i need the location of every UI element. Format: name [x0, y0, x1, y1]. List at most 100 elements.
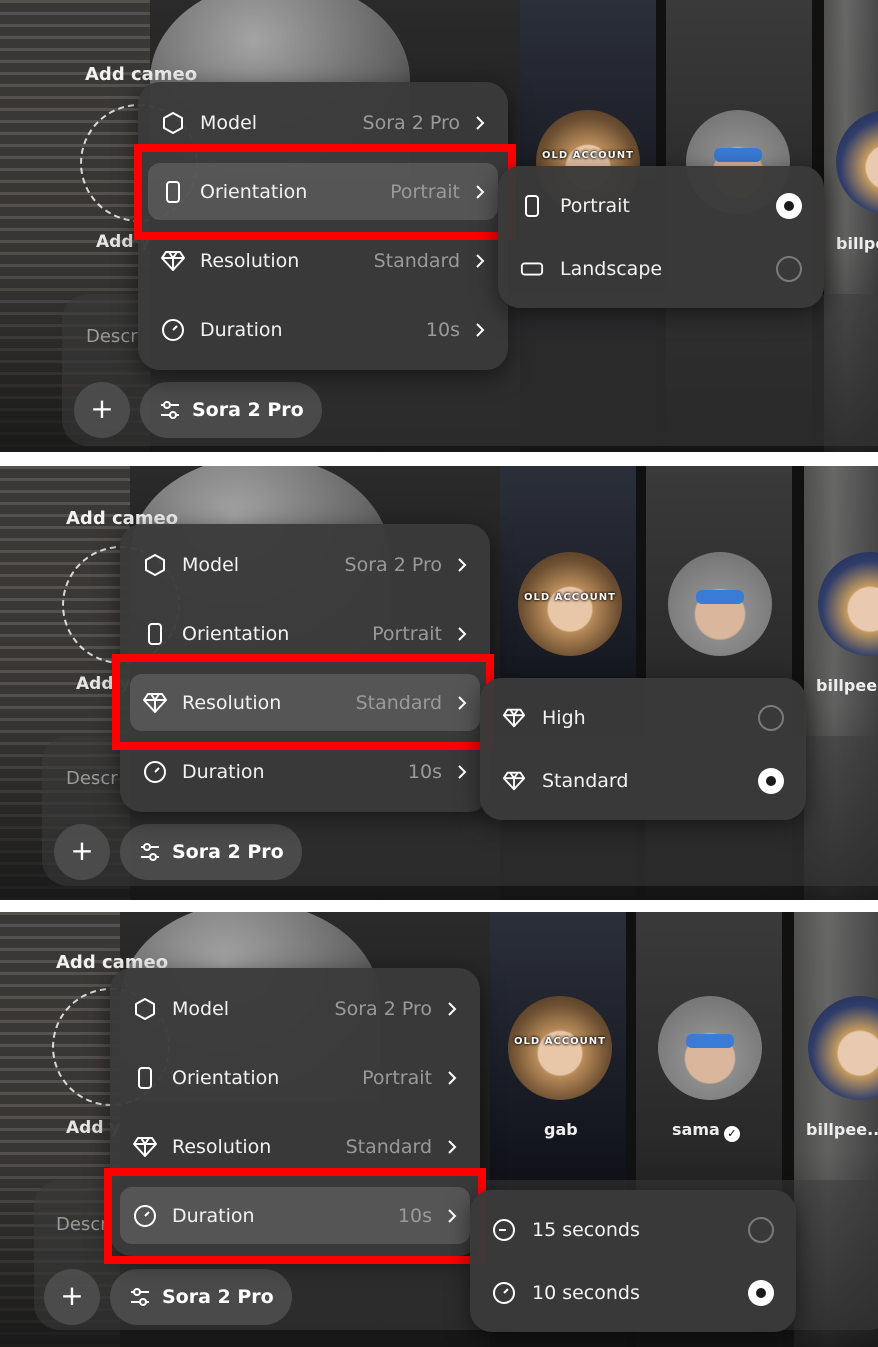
- model-button-label: Sora 2 Pro: [162, 1286, 274, 1308]
- menu-item-value: Standard: [345, 1135, 432, 1158]
- menu-item-value: 10s: [425, 318, 460, 341]
- model-button-label: Sora 2 Pro: [172, 841, 284, 863]
- option-label: 15 seconds: [532, 1218, 640, 1241]
- cameo-avatar-gab[interactable]: OLD ACCOUNT: [518, 552, 622, 656]
- orientation-submenu: Portrait Landscape: [498, 166, 824, 308]
- resolution-submenu: High Standard: [480, 678, 806, 820]
- add-attachment-button[interactable]: +: [44, 1269, 100, 1325]
- menu-item-value: Portrait: [372, 622, 442, 645]
- option-label: High: [542, 706, 586, 729]
- verified-badge-icon: ✓: [723, 1126, 740, 1142]
- menu-item-label: Model: [200, 111, 258, 134]
- menu-item-model[interactable]: Model Sora 2 Pro: [130, 530, 480, 599]
- menu-item-value: Standard: [373, 249, 460, 272]
- menu-item-duration[interactable]: Duration 10s: [148, 295, 498, 364]
- clock-icon: [160, 317, 186, 343]
- option-label: Standard: [542, 769, 629, 792]
- menu-item-value: 10s: [407, 760, 442, 783]
- menu-item-value: Portrait: [362, 1066, 432, 1089]
- option-15-seconds[interactable]: 15 seconds: [492, 1198, 774, 1261]
- radio-unselected[interactable]: [776, 255, 802, 282]
- option-portrait[interactable]: Portrait: [520, 174, 802, 237]
- chevron-right-icon: [446, 1001, 458, 1017]
- radio-unselected[interactable]: [748, 1216, 774, 1243]
- diamond-icon: [160, 248, 186, 274]
- chevron-right-icon: [474, 115, 486, 131]
- menu-item-label: Orientation: [182, 622, 290, 645]
- menu-item-label: Duration: [182, 760, 265, 783]
- option-standard[interactable]: Standard: [502, 749, 784, 812]
- option-label: 10 seconds: [532, 1281, 640, 1304]
- option-high[interactable]: High: [502, 686, 784, 749]
- chevron-right-icon: [474, 253, 486, 269]
- radio-selected[interactable]: [776, 192, 802, 219]
- menu-item-value: Sora 2 Pro: [334, 997, 432, 1020]
- old-account-stamp: OLD ACCOUNT: [524, 592, 616, 603]
- cameo-name-sama: sama ✓: [672, 1120, 740, 1142]
- sunglasses: [686, 1034, 734, 1048]
- screenshot-resolution-menu: Add cameo Add y OLD ACCOUNT billpee... D…: [0, 466, 878, 900]
- option-label: Portrait: [560, 194, 630, 217]
- radio-unselected[interactable]: [758, 704, 784, 731]
- model-settings-button[interactable]: Sora 2 Pro: [140, 382, 322, 438]
- chevron-right-icon: [456, 764, 468, 780]
- describe-input[interactable]: Descr: [66, 768, 118, 789]
- chevron-right-icon: [456, 557, 468, 573]
- option-label: Landscape: [560, 257, 663, 280]
- phone-portrait-icon: [142, 621, 168, 647]
- describe-input[interactable]: Descr: [56, 1214, 108, 1235]
- old-account-stamp: OLD ACCOUNT: [514, 1036, 606, 1047]
- option-10-seconds[interactable]: 10 seconds: [492, 1261, 774, 1324]
- sunglasses: [696, 590, 744, 604]
- highlight-box: [104, 1168, 486, 1264]
- old-account-stamp: OLD ACCOUNT: [542, 150, 634, 161]
- diamond-icon: [502, 769, 526, 793]
- diamond-icon: [132, 1134, 158, 1160]
- model-settings-button[interactable]: Sora 2 Pro: [120, 824, 302, 880]
- radio-selected[interactable]: [758, 767, 784, 794]
- sliders-icon: [160, 401, 180, 419]
- menu-item-label: Model: [172, 997, 230, 1020]
- model-button-label: Sora 2 Pro: [192, 399, 304, 421]
- clock-icon: [492, 1281, 516, 1305]
- hexagon-icon: [160, 110, 186, 136]
- menu-item-label: Resolution: [200, 249, 300, 272]
- menu-item-label: Resolution: [172, 1135, 272, 1158]
- menu-item-value: Sora 2 Pro: [344, 553, 442, 576]
- phone-portrait-icon: [520, 194, 544, 218]
- cameo-avatar-sama[interactable]: [668, 552, 772, 656]
- sunglasses: [714, 148, 762, 162]
- hexagon-icon: [132, 996, 158, 1022]
- cameo-name-billpee: billpee...: [806, 1120, 878, 1139]
- menu-item-label: Duration: [200, 318, 283, 341]
- clock-icon: [142, 759, 168, 785]
- screenshot-duration-menu: Add cameo Add y OLD ACCOUNT gab sama ✓ bi…: [0, 912, 878, 1347]
- cameo-avatar-gab[interactable]: OLD ACCOUNT: [508, 996, 612, 1100]
- chevron-right-icon: [446, 1070, 458, 1086]
- add-attachment-button[interactable]: +: [74, 382, 130, 438]
- clock-icon: [492, 1218, 516, 1242]
- duration-submenu: 15 seconds 10 seconds: [470, 1190, 796, 1332]
- menu-item-orientation[interactable]: Orientation Portrait: [120, 1043, 470, 1112]
- diamond-icon: [502, 706, 526, 730]
- screenshot-orientation-menu: Add cameo Add y OLD ACCOUNT billpee... D…: [0, 0, 878, 452]
- hexagon-icon: [142, 552, 168, 578]
- highlight-box: [112, 654, 494, 750]
- option-landscape[interactable]: Landscape: [520, 237, 802, 300]
- menu-item-label: Model: [182, 553, 240, 576]
- menu-item-model[interactable]: Model Sora 2 Pro: [120, 974, 470, 1043]
- chevron-right-icon: [474, 322, 486, 338]
- add-attachment-button[interactable]: +: [54, 824, 110, 880]
- chevron-right-icon: [446, 1139, 458, 1155]
- menu-item-value: Sora 2 Pro: [362, 111, 460, 134]
- cameo-name-label: sama: [672, 1120, 720, 1139]
- model-settings-button[interactable]: Sora 2 Pro: [110, 1269, 292, 1325]
- cameo-avatar-sama[interactable]: [658, 996, 762, 1100]
- sliders-icon: [140, 843, 160, 861]
- landscape-icon: [520, 257, 544, 281]
- chevron-right-icon: [456, 626, 468, 642]
- cameo-name-billpee: billpee...: [836, 234, 878, 253]
- menu-item-label: Orientation: [172, 1066, 280, 1089]
- radio-selected[interactable]: [748, 1279, 774, 1306]
- describe-input[interactable]: Descr: [86, 326, 138, 347]
